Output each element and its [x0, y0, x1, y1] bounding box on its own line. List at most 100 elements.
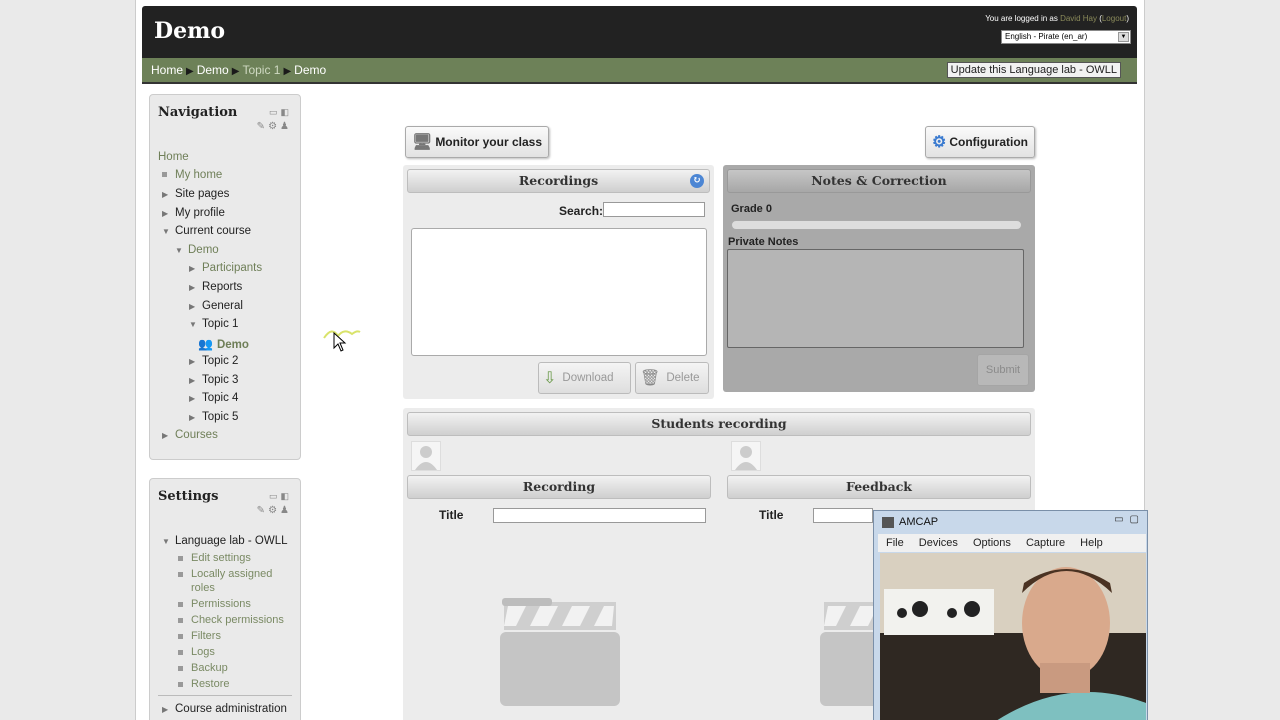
site-header: Demo You are logged in as David Hay (Log… — [142, 6, 1137, 58]
setting-backup[interactable]: Backup — [178, 662, 228, 674]
roles-icon[interactable]: ♟ — [280, 121, 292, 132]
submit-button[interactable]: Submit — [977, 354, 1029, 386]
nav-item-home[interactable]: Home — [158, 151, 189, 163]
nav-item-general[interactable]: ▶ General — [189, 300, 243, 312]
course-administration[interactable]: ▶ Course administration — [162, 703, 287, 715]
feedback-title-label: Title — [759, 508, 784, 522]
setting-label: Check permissions — [191, 614, 284, 626]
nav-item-label: Topic 5 — [202, 411, 239, 423]
recording-title-label: Title — [439, 508, 464, 522]
block-actions: ✎⚙♟ — [257, 121, 292, 132]
gear-icon[interactable]: ⚙ — [268, 505, 280, 516]
nav-item-courses[interactable]: ▶ Courses — [162, 429, 218, 441]
breadcrumb-separator-icon: ▶ — [231, 66, 240, 77]
setting-edit-settings[interactable]: Edit settings — [178, 552, 251, 564]
nav-item-label: Reports — [202, 281, 243, 293]
breadcrumb-separator-icon: ▶ — [186, 66, 194, 77]
configuration-button[interactable]: ⚙ Configuration — [925, 126, 1035, 158]
nav-item-site-pages[interactable]: ▶ Site pages — [162, 188, 229, 200]
setting-label: Restore — [191, 678, 230, 690]
delete-button[interactable]: 🗑 Delete — [635, 362, 709, 394]
nav-item-label: My home — [175, 169, 223, 181]
download-button[interactable]: ⇩ Download — [538, 362, 631, 394]
settings-section-language-lab[interactable]: ▼ Language lab - OWLL — [162, 535, 288, 547]
search-input[interactable] — [603, 202, 705, 217]
nav-item-current-course[interactable]: ▼ Current course — [162, 225, 251, 237]
language-select[interactable]: English - Pirate (en_ar) ▼ — [1001, 30, 1131, 44]
logout-link[interactable]: Logout — [1102, 14, 1126, 23]
breadcrumb-home[interactable]: Home — [151, 63, 183, 77]
chevron-down-icon[interactable]: ▼ — [1118, 32, 1129, 42]
setting-roles-wrap[interactable]: roles — [191, 582, 215, 594]
nav-item-participants[interactable]: ▶ Participants — [189, 262, 262, 274]
update-language-lab-button[interactable]: Update this Language lab - OWLL — [946, 62, 1121, 78]
menu-help[interactable]: Help — [1080, 537, 1103, 549]
roles-icon[interactable]: ♟ — [280, 505, 292, 516]
setting-permissions[interactable]: Permissions — [178, 598, 251, 610]
collapse-icon[interactable]: ▭ — [269, 107, 281, 117]
edit-icon[interactable]: ✎ — [257, 505, 268, 516]
nav-item-topic-5[interactable]: ▶ Topic 5 — [189, 411, 238, 423]
expand-icon: ▶ — [189, 357, 196, 366]
amcap-title: AMCAP — [899, 516, 939, 528]
dock-icon[interactable]: ◧ — [280, 491, 292, 501]
nav-item-my-home[interactable]: My home — [162, 169, 222, 181]
collapse-icon: ▼ — [175, 246, 183, 255]
gear-icon: ⚙ — [932, 134, 947, 151]
menu-file[interactable]: File — [886, 537, 904, 549]
setting-locally-assigned-roles[interactable]: Locally assigned — [178, 568, 272, 580]
setting-check-permissions[interactable]: Check permissions — [178, 614, 284, 626]
recording-title-input[interactable] — [493, 508, 706, 523]
dock-icon[interactable]: ◧ — [280, 107, 292, 117]
site-title[interactable]: Demo — [154, 18, 225, 44]
block-actions: ✎⚙♟ — [257, 505, 292, 516]
nav-item-label: My profile — [175, 207, 225, 219]
setting-logs[interactable]: Logs — [178, 646, 215, 658]
private-notes-textarea[interactable] — [727, 249, 1024, 348]
recordings-list[interactable] — [411, 228, 707, 356]
user-link[interactable]: David Hay — [1060, 14, 1097, 23]
breadcrumb-course[interactable]: Demo — [197, 63, 229, 77]
teacher-avatar[interactable] — [731, 441, 761, 471]
collapse-icon: ▼ — [162, 537, 170, 546]
bullet-icon — [178, 555, 183, 561]
menu-devices[interactable]: Devices — [919, 537, 958, 549]
setting-filters[interactable]: Filters — [178, 630, 221, 642]
nav-item-topic-4[interactable]: ▶ Topic 4 — [189, 392, 238, 404]
grade-label: Grade 0 — [731, 203, 772, 215]
private-notes-label: Private Notes — [728, 236, 799, 248]
mouse-cursor-icon — [333, 332, 347, 352]
collapse-icon[interactable]: ▭ — [269, 491, 281, 501]
refresh-icon[interactable]: ↻ — [690, 174, 704, 188]
expand-icon: ▶ — [162, 209, 169, 218]
amcap-titlebar[interactable]: AMCAP — [882, 516, 938, 528]
gear-icon[interactable]: ⚙ — [268, 121, 280, 132]
users-icon: 👥 — [198, 337, 213, 351]
nav-item-topic-2[interactable]: ▶ Topic 2 — [189, 355, 238, 367]
setting-label: Filters — [191, 630, 221, 642]
expand-icon: ▶ — [189, 283, 196, 292]
nav-item-demo-active[interactable]: 👥 Demo — [198, 337, 249, 351]
nav-item-my-profile[interactable]: ▶ My profile — [162, 207, 225, 219]
student-avatar[interactable] — [411, 441, 441, 471]
nav-item-topic-1[interactable]: ▼ Topic 1 — [189, 318, 238, 330]
download-icon: ⇩ — [543, 370, 557, 387]
nav-item-topic-3[interactable]: ▶ Topic 3 — [189, 374, 238, 386]
nav-item-course-demo[interactable]: ▼ Demo — [175, 244, 219, 256]
feedback-title-input[interactable] — [813, 508, 873, 523]
breadcrumb: Home ▶ Demo ▶ Topic 1 ▶ Demo — [151, 63, 326, 77]
amcap-menubar: File Devices Options Capture Help — [878, 534, 1146, 552]
navigation-title: Navigation — [158, 105, 238, 120]
menu-capture[interactable]: Capture — [1026, 537, 1065, 549]
menu-options[interactable]: Options — [973, 537, 1011, 549]
edit-icon[interactable]: ✎ — [257, 121, 268, 132]
settings-section-label: Language lab - OWLL — [175, 535, 288, 547]
monitor-class-button[interactable]: 🖥 Monitor your class — [405, 126, 549, 158]
nav-item-reports[interactable]: ▶ Reports — [189, 281, 242, 293]
breadcrumb-current[interactable]: Demo — [294, 63, 326, 77]
recording-header: Recording — [407, 475, 711, 499]
grade-slider[interactable] — [731, 220, 1022, 230]
maximize-icon[interactable]: ▢ — [1130, 514, 1145, 525]
minimize-icon[interactable]: ▭ — [1114, 514, 1129, 525]
setting-restore[interactable]: Restore — [178, 678, 230, 690]
